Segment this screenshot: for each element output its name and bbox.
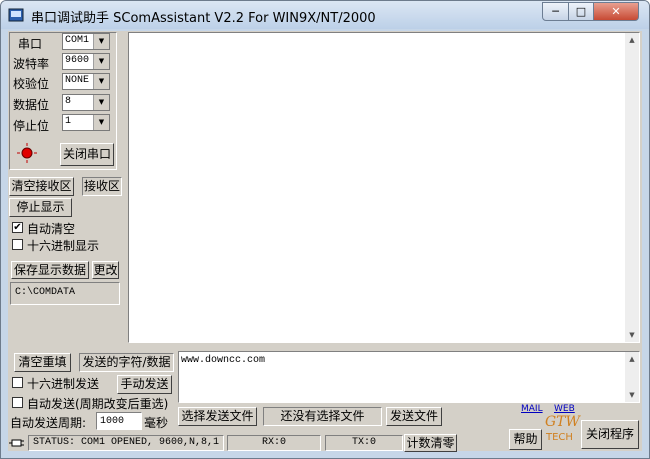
port-plug-icon bbox=[9, 439, 24, 447]
change-path-button[interactable]: 更改 bbox=[92, 261, 119, 279]
port-select[interactable]: COM1 ▼ bbox=[62, 33, 110, 50]
send-file-button[interactable]: 发送文件 bbox=[386, 407, 442, 426]
chevron-down-icon: ▼ bbox=[93, 95, 109, 110]
stopbits-select[interactable]: 1 ▼ bbox=[62, 114, 110, 131]
stop-display-button[interactable]: 停止显示 bbox=[9, 198, 72, 217]
gtw-tech-logo: GTW TECH bbox=[543, 414, 580, 448]
parity-value: NONE bbox=[65, 75, 90, 86]
port-value: COM1 bbox=[65, 35, 90, 46]
logo-sub-text: TECH bbox=[546, 432, 573, 443]
close-port-button[interactable]: 关闭串口 bbox=[60, 143, 114, 166]
period-input[interactable]: 1000 bbox=[96, 412, 142, 430]
reset-count-button[interactable]: 计数清零 bbox=[404, 434, 457, 452]
baud-select[interactable]: 9600 ▼ bbox=[62, 53, 110, 70]
select-send-file-button[interactable]: 选择发送文件 bbox=[178, 407, 257, 426]
auto-send-label: 自动发送(周期改变后重选) bbox=[27, 397, 169, 411]
chevron-down-icon: ▼ bbox=[93, 115, 109, 130]
clear-resend-button[interactable]: 清空重填 bbox=[14, 353, 71, 372]
save-display-data-button[interactable]: 保存显示数据 bbox=[11, 261, 89, 279]
help-button[interactable]: 帮助 bbox=[509, 429, 542, 450]
mail-link[interactable]: MAIL bbox=[521, 404, 543, 414]
scroll-down-icon[interactable]: ▼ bbox=[625, 328, 639, 342]
send-textarea[interactable]: www.downcc.com ▲ ▼ bbox=[178, 351, 640, 403]
send-scrollbar[interactable]: ▲ ▼ bbox=[625, 352, 639, 402]
logo-text: GTW bbox=[545, 414, 580, 430]
receive-area-label: 接收区 bbox=[82, 177, 122, 196]
databits-select[interactable]: 8 ▼ bbox=[62, 94, 110, 111]
check-icon: ✔ bbox=[13, 222, 22, 233]
client-area: 串口 COM1 ▼ 波特率 9600 ▼ 校验位 NONE ▼ 数据位 8 ▼ … bbox=[8, 31, 642, 452]
window-title: 串口调试助手 SComAssistant V2.2 For WIN9X/NT/2… bbox=[31, 11, 376, 26]
chevron-down-icon: ▼ bbox=[93, 54, 109, 69]
hex-send-label: 十六进制发送 bbox=[27, 377, 100, 391]
rx-counter: RX:0 bbox=[227, 435, 321, 451]
minimize-button[interactable]: ─ bbox=[542, 2, 569, 21]
tx-counter: TX:0 bbox=[325, 435, 403, 451]
chevron-down-icon: ▼ bbox=[93, 74, 109, 89]
title-bar: 串口调试助手 SComAssistant V2.2 For WIN9X/NT/2… bbox=[1, 1, 649, 29]
port-label: 串口 bbox=[18, 37, 43, 51]
databits-value: 8 bbox=[65, 96, 72, 107]
scroll-down-icon[interactable]: ▼ bbox=[625, 388, 639, 402]
hex-send-checkbox[interactable] bbox=[12, 377, 23, 388]
scroll-up-icon[interactable]: ▲ bbox=[625, 33, 639, 47]
auto-send-checkbox[interactable] bbox=[12, 397, 23, 408]
baud-value: 9600 bbox=[65, 55, 90, 66]
chevron-down-icon: ▼ bbox=[93, 34, 109, 49]
parity-label: 校验位 bbox=[13, 77, 50, 91]
baud-label: 波特率 bbox=[13, 57, 50, 71]
close-program-button[interactable]: 关闭程序 bbox=[581, 420, 639, 449]
save-path-display: C:\COMDATA bbox=[10, 282, 120, 305]
period-label: 自动发送周期: bbox=[10, 416, 87, 430]
receive-scrollbar[interactable]: ▲ ▼ bbox=[625, 33, 639, 342]
stopbits-value: 1 bbox=[65, 116, 72, 127]
send-area-label: 发送的字符/数据 bbox=[79, 353, 174, 372]
manual-send-button[interactable]: 手动发送 bbox=[117, 375, 172, 394]
hex-display-checkbox[interactable] bbox=[12, 239, 23, 250]
file-status-display: 还没有选择文件 bbox=[263, 407, 382, 426]
maximize-button[interactable]: □ bbox=[568, 2, 594, 21]
app-icon bbox=[8, 8, 24, 22]
stopbits-label: 停止位 bbox=[13, 119, 50, 133]
scroll-up-icon[interactable]: ▲ bbox=[625, 352, 639, 366]
receive-textarea[interactable]: ▲ ▼ bbox=[128, 32, 640, 343]
app-window: 串口调试助手 SComAssistant V2.2 For WIN9X/NT/2… bbox=[0, 0, 650, 459]
web-link[interactable]: WEB bbox=[554, 404, 575, 414]
port-status-led-icon bbox=[17, 143, 37, 163]
send-content: www.downcc.com bbox=[181, 355, 266, 366]
databits-label: 数据位 bbox=[13, 98, 50, 112]
parity-select[interactable]: NONE ▼ bbox=[62, 73, 110, 90]
status-text: STATUS: COM1 OPENED, 9600,N,8,1 bbox=[28, 435, 224, 451]
auto-clear-label: 自动清空 bbox=[27, 222, 76, 236]
clear-receive-button[interactable]: 清空接收区 bbox=[9, 177, 74, 196]
hex-display-label: 十六进制显示 bbox=[27, 239, 100, 253]
period-unit: 毫秒 bbox=[144, 416, 169, 430]
close-button[interactable]: ✕ bbox=[593, 2, 639, 21]
auto-clear-checkbox[interactable]: ✔ bbox=[12, 222, 23, 233]
